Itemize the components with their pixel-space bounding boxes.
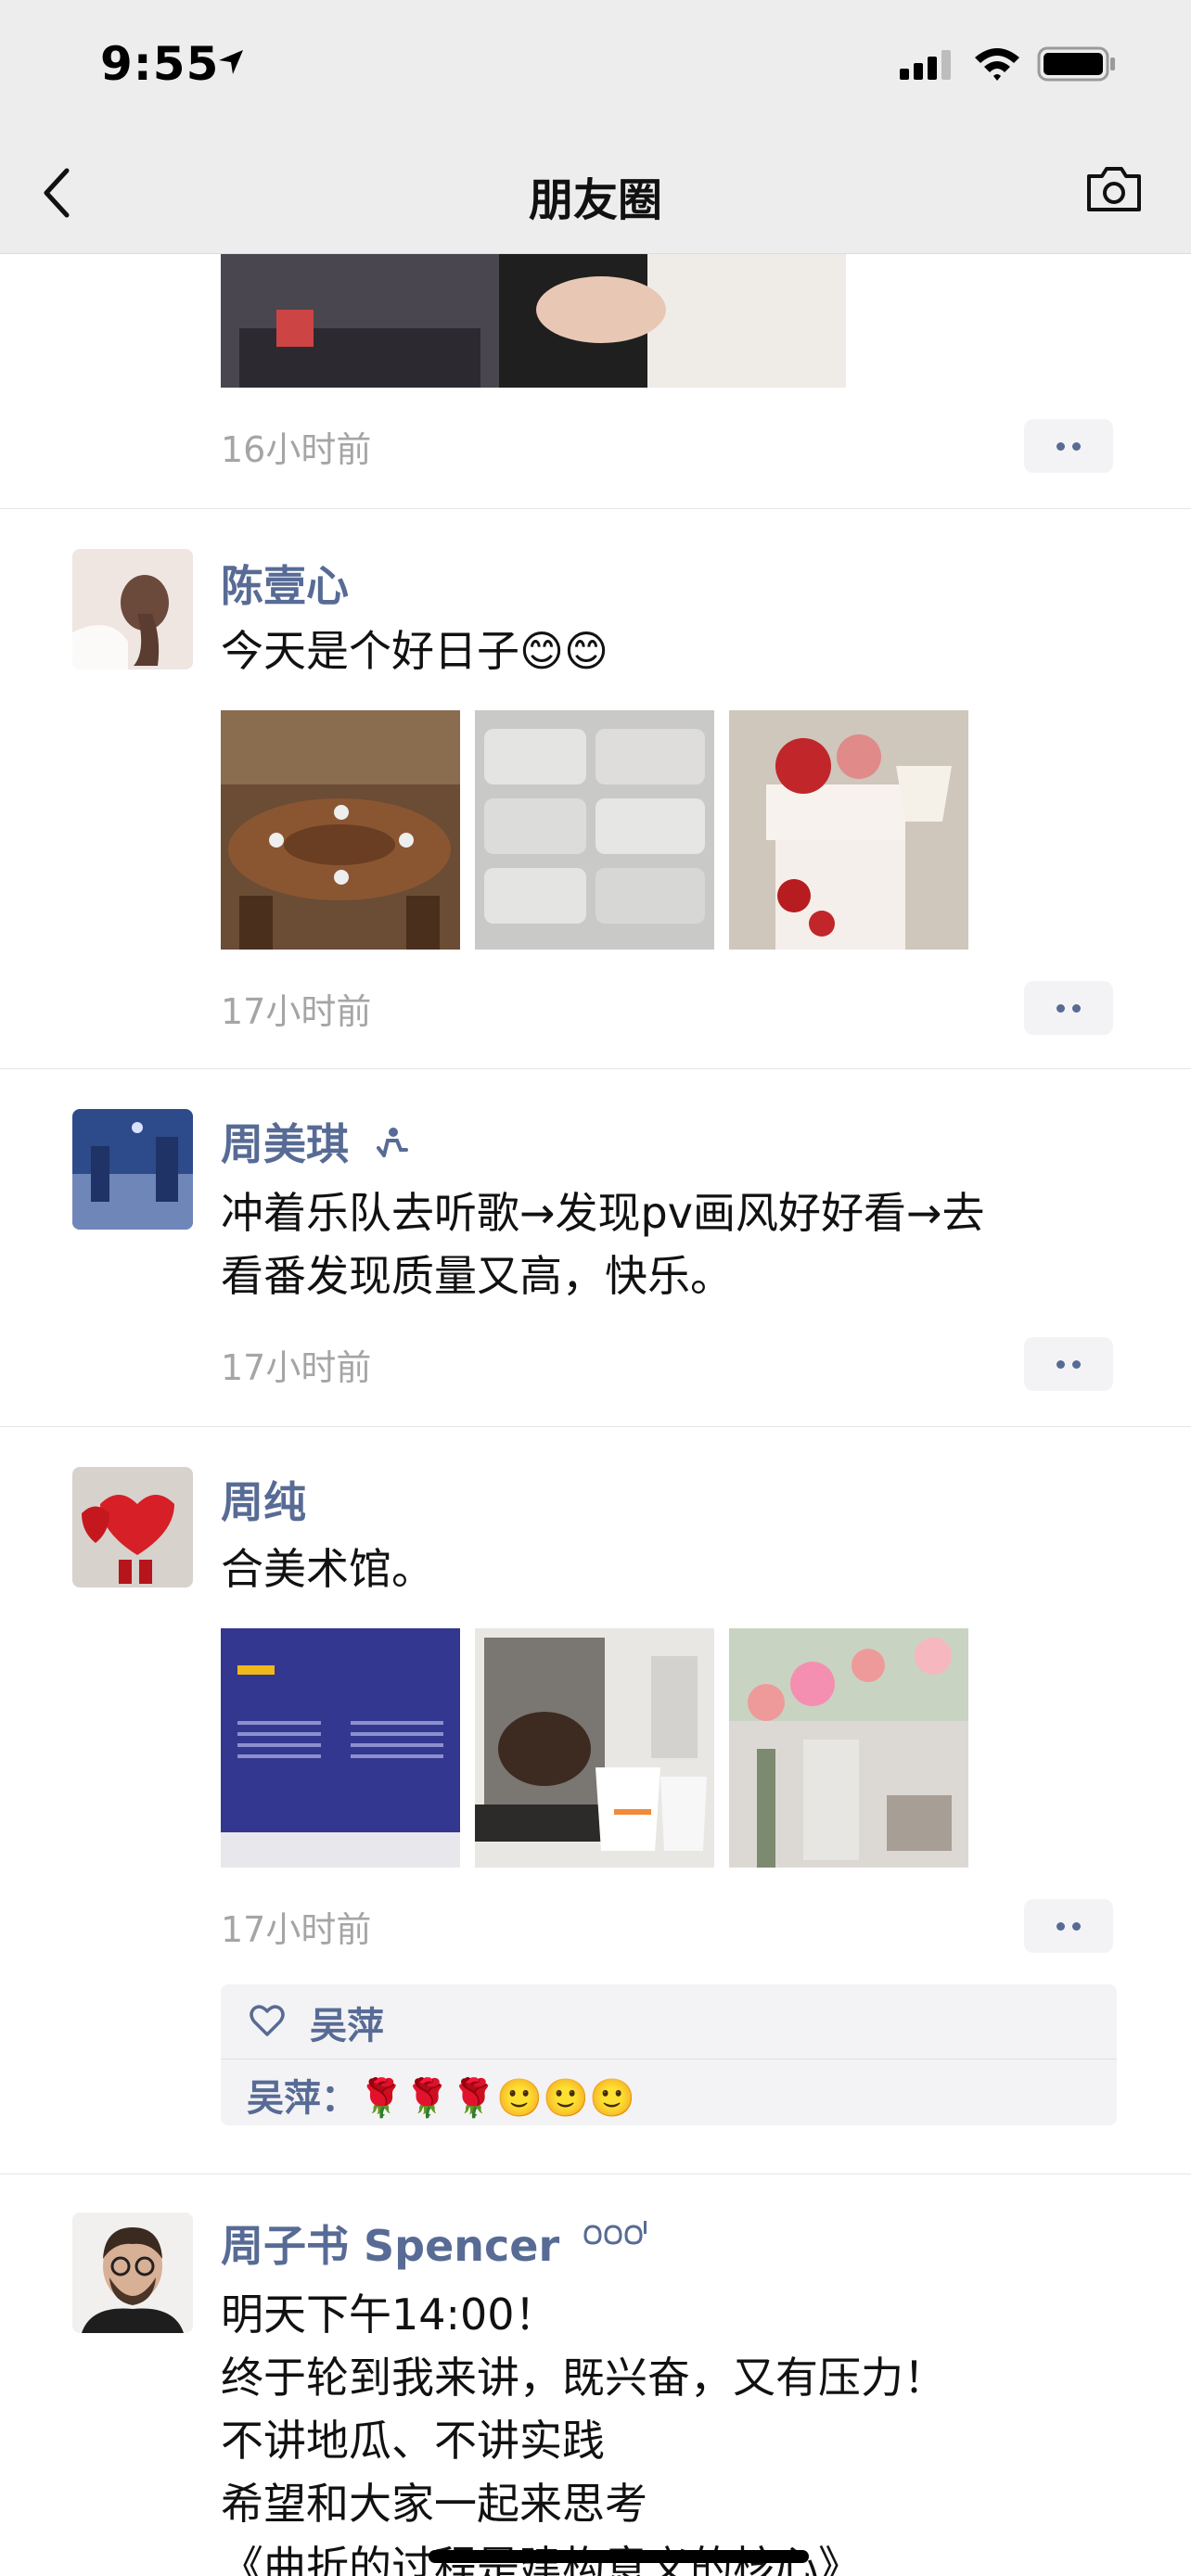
comment-author[interactable]: 吴萍：	[247, 2077, 358, 2120]
home-indicator[interactable]	[429, 2550, 809, 2563]
more-actions-button[interactable]	[1024, 981, 1113, 1035]
like-user-name[interactable]: 吴萍	[310, 1996, 384, 2049]
post-text: 明天下午14:00！ 终于轮到我来讲，既兴奋，又有压力！ 不讲地瓜、不讲实践 希…	[221, 2289, 946, 2576]
avatar[interactable]	[72, 1109, 193, 1230]
likes-and-comments-box: 吴萍 吴萍：🌹🌹🌹🙂🙂🙂	[221, 1984, 1117, 2125]
post-image[interactable]	[475, 710, 714, 950]
author-name[interactable]: 陈壹心	[221, 553, 349, 614]
avatar[interactable]	[72, 2213, 193, 2333]
status-time: 9:55	[100, 37, 220, 91]
post-image[interactable]	[221, 710, 460, 950]
post-divider	[0, 508, 1191, 509]
post-timestamp: 17小时前	[221, 991, 372, 1032]
author-name[interactable]: 周纯	[221, 1469, 306, 1530]
author-name[interactable]: 周美琪	[221, 1111, 412, 1173]
page-title: 朋友圈	[528, 174, 662, 226]
post-image[interactable]	[729, 1628, 968, 1868]
author-name-text: 周美琪	[221, 1119, 349, 1169]
more-actions-button[interactable]	[1024, 419, 1113, 473]
avatar[interactable]	[72, 1467, 193, 1588]
dot	[1072, 442, 1081, 451]
post-timestamp: 16小时前	[221, 429, 372, 470]
post-divider	[0, 1426, 1191, 1427]
avatar[interactable]	[72, 549, 193, 670]
wifi-icon	[972, 45, 1022, 85]
post-image[interactable]	[475, 1628, 714, 1868]
post-image[interactable]	[729, 710, 968, 950]
dot	[1057, 442, 1065, 451]
post-image[interactable]	[221, 1628, 460, 1868]
moments-feed[interactable]: 16小时前 陈壹心 今天是个好日子😊😊 17小时前 周美琪 冲着乐队去听歌→发现…	[0, 0, 1191, 2576]
post-text: 今天是个好日子😊😊	[221, 626, 608, 676]
dot	[1072, 1360, 1081, 1369]
comment-text: 🌹🌹🌹🙂🙂🙂	[358, 2077, 635, 2120]
dot	[1057, 1922, 1065, 1931]
dot	[1072, 1004, 1081, 1013]
post-timestamp: 17小时前	[221, 1909, 372, 1950]
nav-bar: 9:55 朋友圈	[0, 0, 1191, 254]
heart-icon	[249, 2003, 286, 2044]
post-text: 冲着乐队去听歌→发现pv画风好好看→去 看番发现质量又高，快乐。	[221, 1188, 985, 1301]
status-icon	[582, 2209, 648, 2259]
post-text: 合美术馆。	[221, 1544, 434, 1594]
likes-separator	[221, 2059, 1117, 2060]
dot	[1057, 1004, 1065, 1013]
more-actions-button[interactable]	[1024, 1337, 1113, 1391]
post-divider	[0, 1068, 1191, 1069]
author-name[interactable]: 周子书 Spencer	[221, 2213, 648, 2274]
author-name-text: 周子书 Spencer	[221, 2221, 560, 2271]
comment[interactable]: 吴萍：🌹🌹🌹🙂🙂🙂	[247, 2068, 635, 2122]
post-timestamp: 17小时前	[221, 1347, 372, 1388]
dot	[1072, 1922, 1081, 1931]
signal-icon	[900, 48, 955, 83]
camera-icon[interactable]	[1083, 163, 1145, 219]
more-actions-button[interactable]	[1024, 1899, 1113, 1953]
battery-icon	[1037, 46, 1117, 85]
status-icon	[373, 1123, 412, 1173]
location-arrow-icon	[215, 46, 247, 82]
dot	[1057, 1360, 1065, 1369]
post-image[interactable]	[221, 254, 846, 388]
